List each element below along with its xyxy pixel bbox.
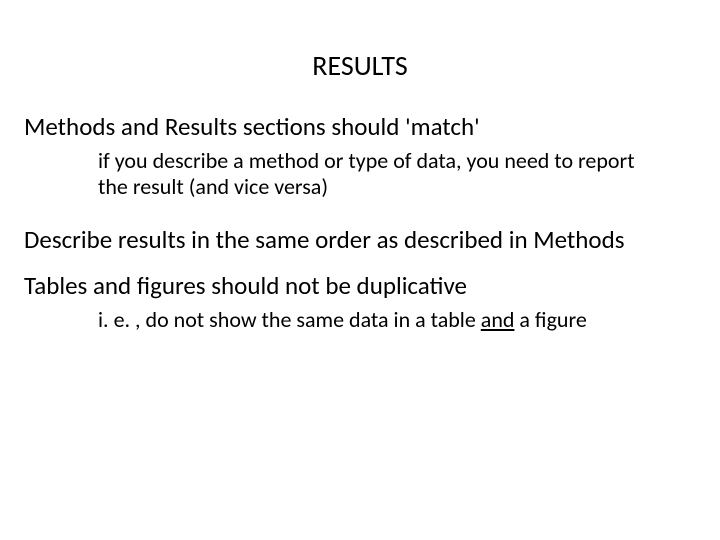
slide-body: Methods and Results sections should 'mat… [24, 112, 696, 357]
sub3-underlined: and [481, 306, 515, 333]
slide-title: RESULTS [0, 48, 720, 83]
bullet-main-1: Methods and Results sections should 'mat… [24, 112, 696, 142]
bullet-sub-3: i. e. , do not show the same data in a t… [98, 307, 658, 333]
bullet-sub-1: if you describe a method or type of data… [98, 148, 658, 201]
sub3-post: a figure [514, 306, 586, 333]
bullet-main-3: Tables and figures should not be duplica… [24, 271, 696, 301]
slide: RESULTS Methods and Results sections sho… [0, 0, 720, 540]
bullet-main-2: Describe results in the same order as de… [24, 225, 696, 255]
sub3-pre: i. e. , do not show the same data in a t… [98, 306, 481, 333]
